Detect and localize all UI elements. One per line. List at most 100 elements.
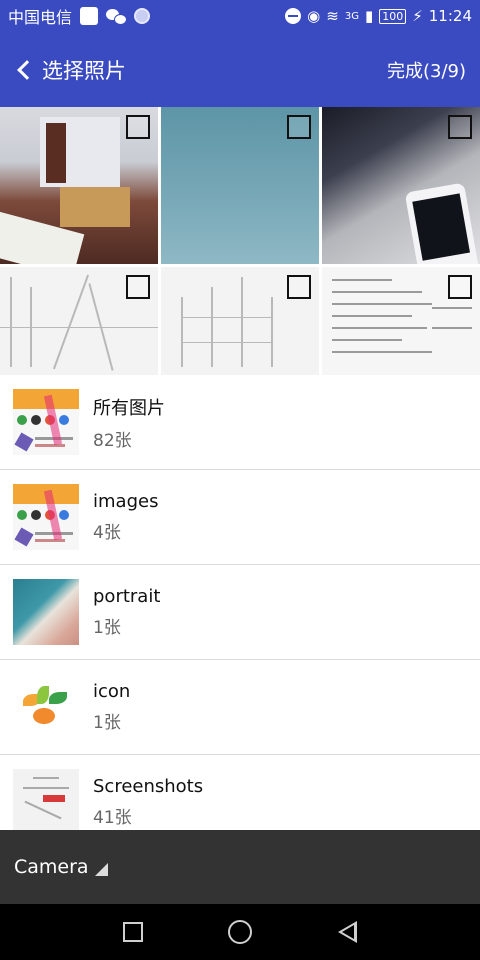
current-bucket-label: Camera [14,856,89,878]
photo-tile-phone[interactable] [322,107,480,264]
back-button[interactable]: 选择照片 [0,32,126,107]
sketch-line [181,342,273,343]
document-line [332,327,427,329]
document-line [332,315,412,317]
status-bar: 中国电信 ◉ ≋ 3G ▮ 100 ⚡ 11:24 [0,0,480,32]
thumb-text-line [35,539,65,542]
thumb-text-line [24,800,62,820]
album-row-screenshots[interactable]: Screenshots 41张 [0,755,480,830]
notification-app-icon [80,7,99,25]
thumb-text-line [35,444,65,447]
album-count: 4张 [93,523,121,543]
album-count: 41张 [93,808,132,828]
photo-checkbox[interactable] [126,115,150,139]
thumb-dot [59,510,69,520]
album-row-icon[interactable]: icon 1张 [0,660,480,755]
status-left: 中国电信 [8,4,151,28]
sketch-line [271,297,273,367]
thumb-dot [17,415,27,425]
album-info: 所有图片 82张 [93,394,165,451]
album-name: 所有图片 [93,397,165,419]
battery-icon: 100 [379,8,407,24]
album-info: portrait 1张 [93,586,160,638]
album-row-all-photos[interactable]: 所有图片 82张 [0,375,480,470]
album-info: icon 1张 [93,681,130,733]
album-row-images[interactable]: images 4张 [0,470,480,565]
document-line [432,327,472,329]
photo-tile-street-sketch[interactable] [0,267,158,375]
album-name: icon [93,681,131,702]
phone-screen [412,193,470,261]
sketch-line [181,317,273,318]
photo-checkbox[interactable] [448,115,472,139]
document-line [332,351,432,353]
thumb-red-badge [43,795,65,802]
sketch-line [211,287,213,367]
page-title: 选择照片 [42,58,126,83]
photo-checkbox[interactable] [448,275,472,299]
photo-checkbox[interactable] [287,275,311,299]
album-name: portrait [93,586,161,607]
system-nav-bar [0,904,480,960]
sketch-line [10,277,12,367]
bucket-selector[interactable]: Camera [0,830,480,904]
system-back-button[interactable] [338,921,358,943]
document-line [432,307,472,309]
thumb-leaf [37,686,49,704]
thumb-leaf [33,708,55,724]
thumb-dot [17,510,27,520]
album-name: images [93,491,159,512]
wifi-icon: ≋ [326,7,339,25]
charging-icon: ⚡ [412,7,423,25]
thumb-text-line [23,787,69,789]
album-count: 1张 [93,618,121,638]
carrier-name: 中国电信 [8,8,73,27]
office-door [46,123,66,183]
photo-checkbox[interactable] [126,275,150,299]
thumb-dot [59,415,69,425]
album-thumbnail [13,389,79,455]
clock: 11:24 [428,7,472,25]
sketch-line [181,297,183,367]
thumb-dot [31,510,41,520]
home-button[interactable] [228,920,253,944]
photo-tile-office[interactable] [0,107,158,264]
chevron-left-icon [17,59,37,80]
sketch-line [52,274,90,370]
signal-icon: ▮ [364,7,374,25]
album-thumbnail [13,769,79,830]
thumb-leaf [49,692,67,704]
album-name: Screenshots [93,776,204,797]
album-info: Screenshots 41张 [93,776,203,828]
photo-grid [0,107,480,375]
network-type: 3G [344,10,359,22]
photo-tile-blue-surface[interactable] [161,107,319,264]
album-thumbnail [13,579,79,645]
document-line [332,291,422,293]
thumb-text-line [33,777,59,779]
notification-dot-icon [134,8,151,24]
eye-comfort-icon: ◉ [307,7,321,25]
recents-button[interactable] [122,922,143,942]
album-thumbnail [13,674,79,740]
album-info: images 4张 [93,491,158,543]
wechat-icon [106,8,128,25]
photo-tile-building-sketch[interactable] [161,267,319,375]
thumb-hexagon [14,432,34,452]
album-row-portrait[interactable]: portrait 1张 [0,565,480,660]
dropdown-triangle-icon [94,862,108,876]
done-button[interactable]: 完成(3/9) [387,57,466,83]
office-boxes [60,187,130,227]
do-not-disturb-icon [285,8,302,24]
album-count: 82张 [93,430,132,451]
sketch-line [0,327,158,328]
sketch-line [241,277,243,367]
thumb-dot [31,415,41,425]
album-count: 1张 [93,713,121,733]
photo-checkbox[interactable] [287,115,311,139]
album-thumbnail [13,484,79,550]
photo-tile-document[interactable] [322,267,480,375]
app-bar: 选择照片 完成(3/9) [0,32,480,107]
thumb-hexagon [14,527,34,547]
document-line [332,279,392,281]
